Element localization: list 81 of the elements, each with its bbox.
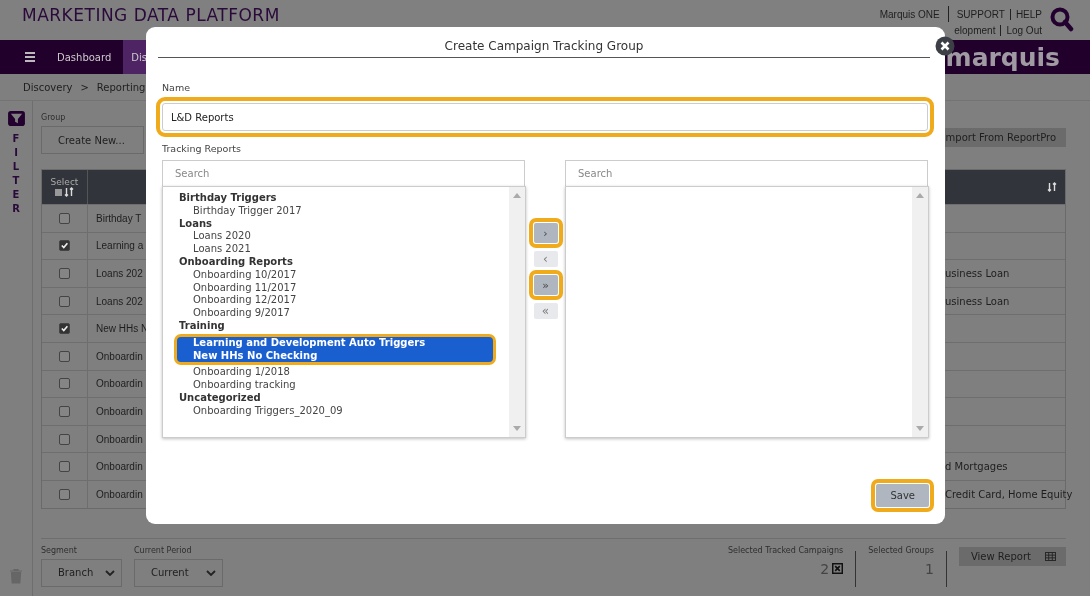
segment-dropdown[interactable]: Branch: [41, 558, 122, 587]
table-cell: Loans 202: [96, 268, 143, 279]
chevron-icon[interactable]: [206, 569, 216, 576]
group-heading: Training: [179, 319, 226, 333]
list-item[interactable]: Onboarding 9/2017: [179, 307, 509, 320]
search-field[interactable]: Search: [162, 160, 525, 186]
table-cell: Onboardin: [96, 350, 143, 362]
chevron-icon[interactable]: [105, 569, 115, 576]
clear-icon[interactable]: [832, 563, 844, 575]
app-title: MARKETING DATA PLATFORM: [22, 6, 280, 24]
list-item[interactable]: Onboarding 12/2017: [179, 294, 509, 308]
list-item[interactable]: Learning and Development Auto Triggers: [177, 336, 493, 350]
checkbox[interactable]: [59, 350, 70, 362]
field-label: Tracking Reports: [162, 143, 241, 154]
group-heading: Birthday Triggers: [179, 192, 278, 205]
table-cell: Learning a: [96, 240, 144, 252]
table-cell: Loans 202: [96, 295, 143, 307]
group-heading: Uncategorized: [179, 391, 262, 405]
breadcrumb-link[interactable]: Reporting: [96, 81, 146, 93]
table-cell: d Mortgages: [945, 461, 1008, 473]
stat-label: Selected Tracked Campaigns: [727, 545, 844, 555]
table-cell: Onboardin: [96, 433, 143, 445]
table-cell: Onboardin: [96, 488, 143, 500]
checkbox[interactable]: [55, 188, 62, 196]
checkbox[interactable]: [59, 323, 70, 335]
group-heading: Onboarding Reports: [179, 256, 294, 269]
checkbox[interactable]: [59, 295, 70, 307]
table-cell: usiness Loan: [945, 268, 1010, 279]
stat-value: 1: [925, 560, 934, 577]
checkbox[interactable]: [59, 405, 70, 417]
stat-value: 2: [820, 560, 830, 577]
checkbox[interactable]: [59, 488, 70, 500]
grid-icon: [1045, 551, 1056, 561]
list-item[interactable]: Loans 2020: [179, 230, 509, 244]
header-link[interactable]: HELP: [1015, 8, 1042, 20]
list-item[interactable]: Onboarding 10/2017: [179, 268, 509, 282]
list-item[interactable]: Birthday Trigger 2017: [179, 204, 509, 218]
scrollbar[interactable]: [509, 187, 525, 437]
dialog-title: Create Campaign Tracking Group: [158, 27, 930, 58]
field-label: Current Period: [134, 545, 192, 555]
sort-icon[interactable]: [1047, 182, 1057, 192]
filter-icon[interactable]: [7, 111, 25, 126]
checkbox[interactable]: [59, 240, 70, 252]
table-cell: Onboardin: [96, 378, 143, 390]
nav-tab[interactable]: Dashboard: [49, 40, 124, 74]
list-item[interactable]: Onboarding Triggers_2020_09: [179, 404, 509, 418]
checkbox[interactable]: [59, 268, 70, 279]
list-item[interactable]: Onboarding 1/2018: [179, 366, 509, 380]
stat-label: Selected Groups: [868, 545, 934, 555]
header-link[interactable]: Log Out: [1006, 25, 1042, 36]
table-cell: Birthday T: [96, 212, 142, 224]
field-label: Segment: [41, 545, 77, 555]
header-link[interactable]: Marquis ONE: [879, 8, 940, 20]
logo: marquis: [945, 42, 1061, 72]
sort-icon[interactable]: [64, 187, 74, 197]
checkbox[interactable]: [59, 212, 70, 224]
table-cell: Onboardin: [96, 461, 143, 473]
list-item[interactable]: Onboarding 11/2017: [179, 281, 509, 295]
header-link[interactable]: elopment: [954, 25, 996, 36]
breadcrumb-separator: >: [80, 81, 89, 93]
breadcrumb-link[interactable]: Discovery: [23, 81, 73, 93]
table-cell: Onboardin: [96, 405, 143, 417]
period-dropdown[interactable]: Current: [134, 558, 223, 587]
list-item[interactable]: Loans 2021: [179, 243, 509, 256]
header-link[interactable]: SUPPORT: [956, 8, 1005, 20]
field-label: Name: [162, 82, 191, 93]
search-icon[interactable]: [1050, 6, 1074, 34]
checkbox[interactable]: [59, 378, 70, 390]
group-heading: Loans: [179, 217, 214, 231]
table-cell: Credit Card, Home Equity: [945, 488, 1073, 500]
checkbox[interactable]: [59, 461, 70, 473]
list-item[interactable]: Onboarding tracking: [179, 379, 509, 392]
search-field[interactable]: Search: [565, 160, 928, 186]
view-report-button[interactable]: View Report: [958, 546, 1066, 566]
column-header: Select: [50, 177, 79, 187]
scrollbar[interactable]: [912, 187, 928, 437]
group-dropdown[interactable]: Create New...: [41, 126, 144, 154]
field-label: Group: [41, 113, 66, 122]
table-cell: usiness Loan: [945, 295, 1010, 307]
filter-label[interactable]: FILTER: [11, 132, 21, 216]
checkbox[interactable]: [59, 433, 70, 445]
